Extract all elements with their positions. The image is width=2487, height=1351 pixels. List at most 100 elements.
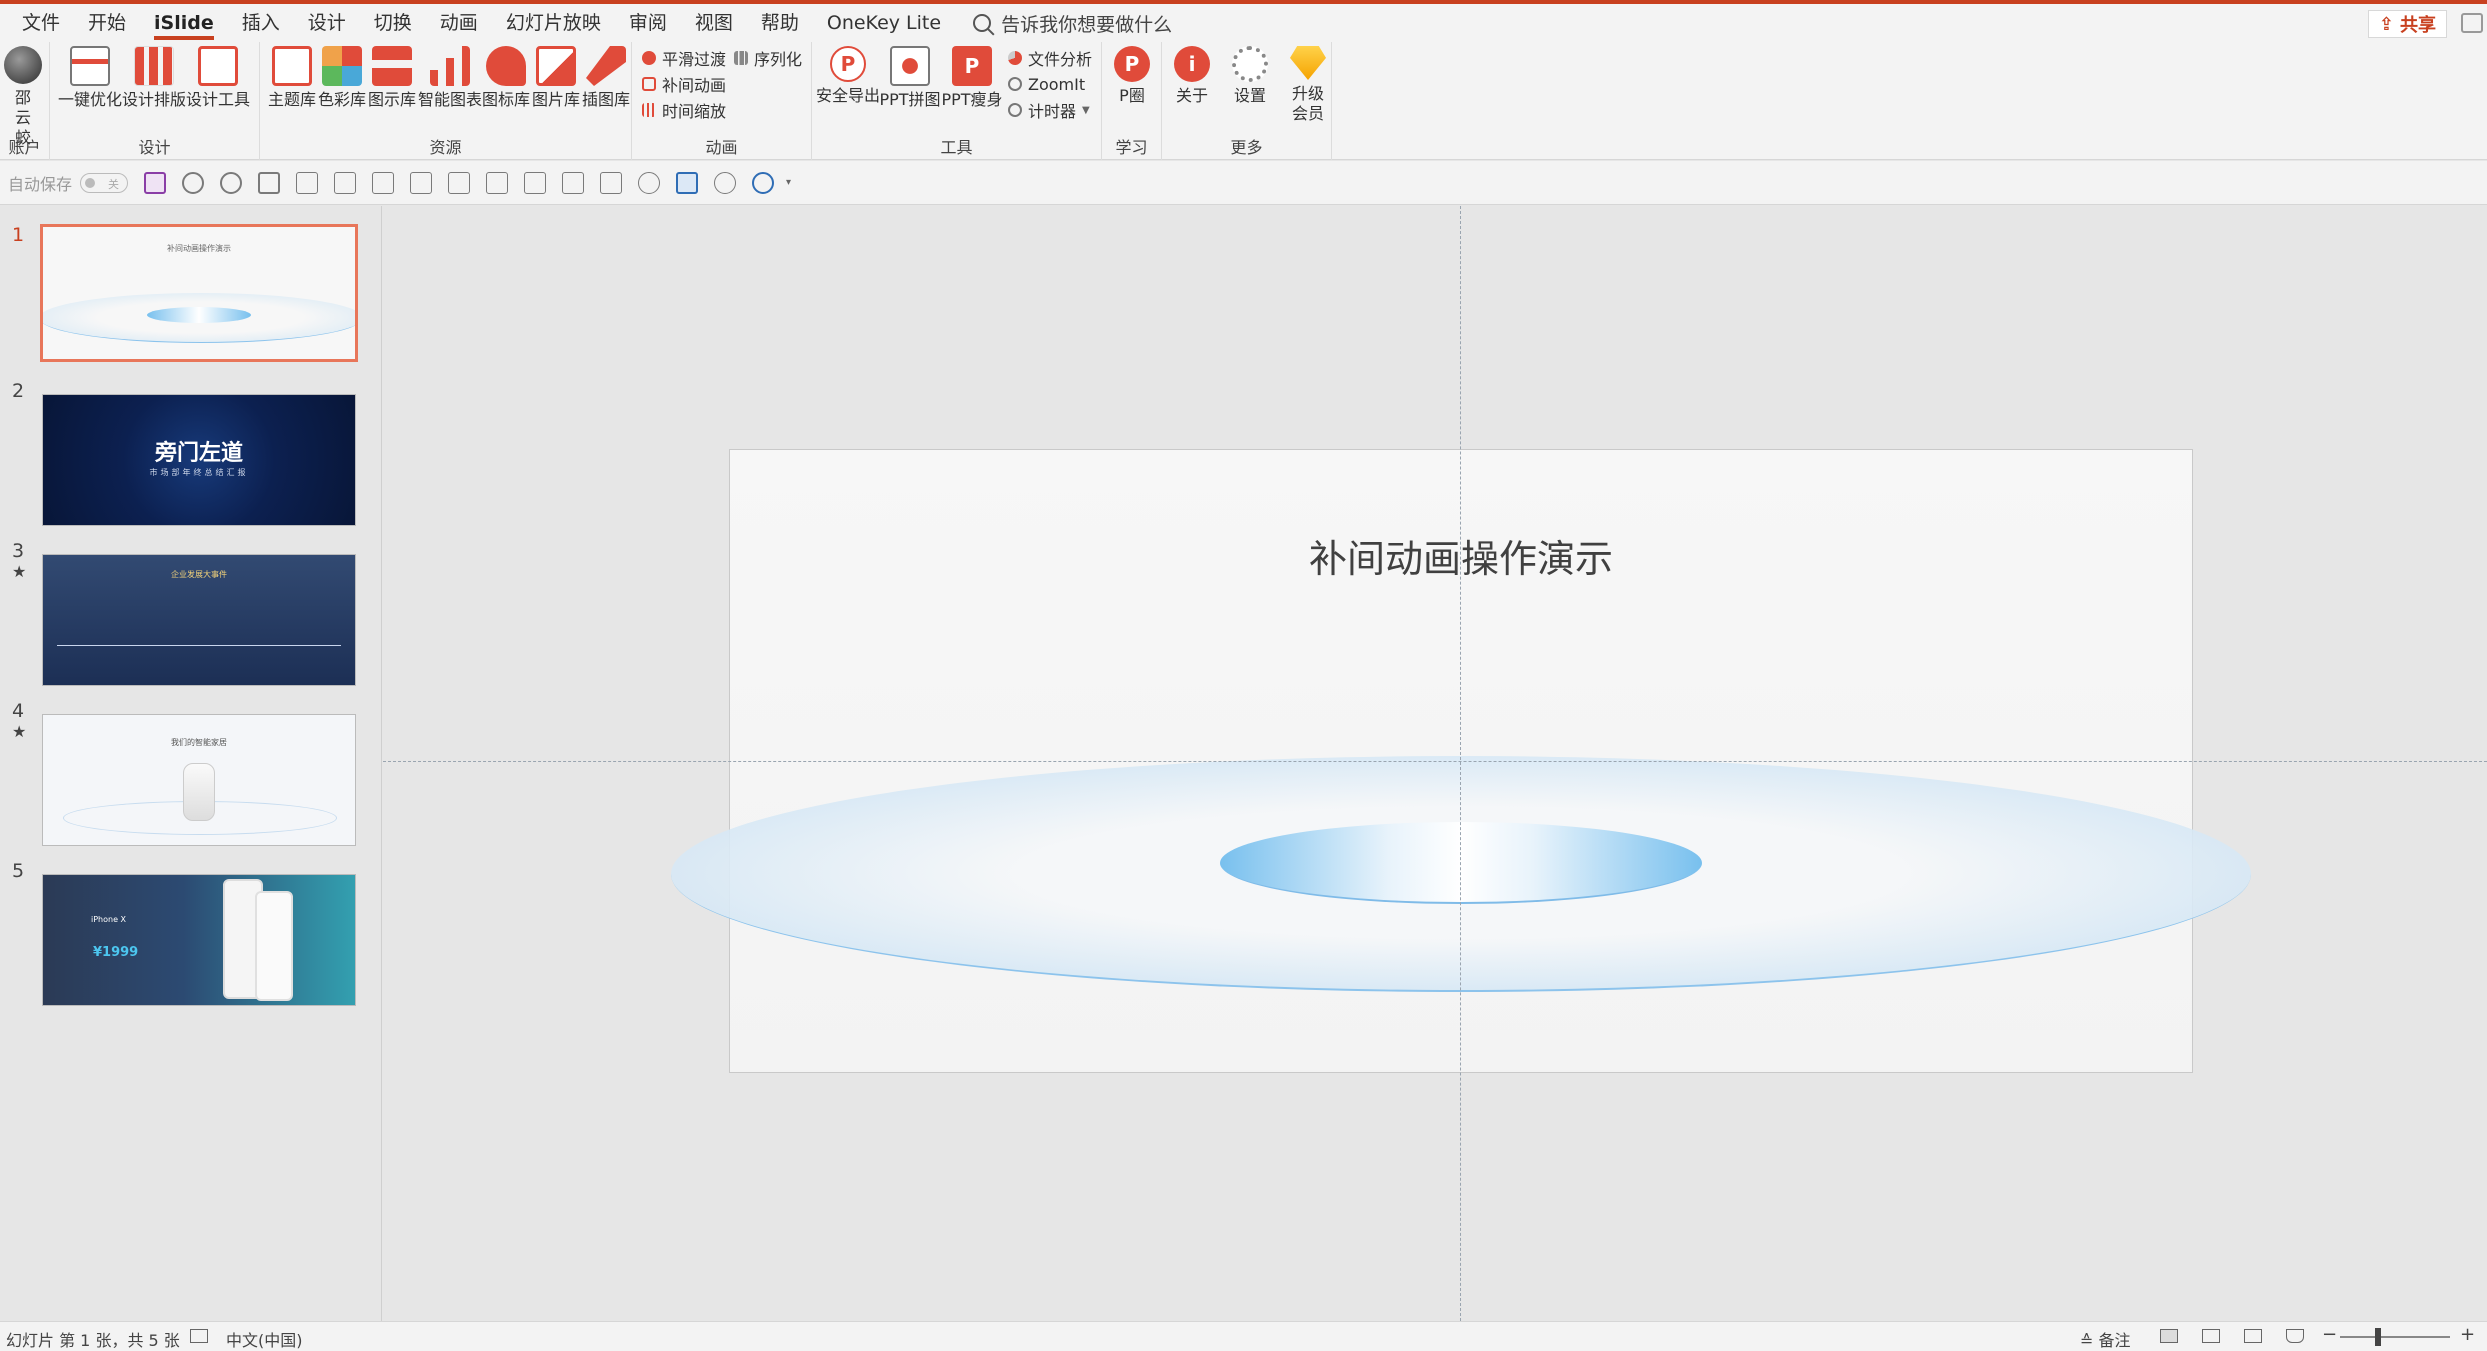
align-top-icon[interactable]: [372, 171, 395, 194]
autosave-toggle[interactable]: 关: [80, 172, 129, 193]
vertical-guide[interactable]: [1460, 206, 1461, 1321]
group-more: i 关于 设置 升级会员 更多: [1162, 42, 1332, 160]
tell-me-text: 告诉我你想要做什么: [1001, 13, 1173, 36]
upgrade-button[interactable]: 升级会员: [1276, 46, 1340, 124]
thumbnail-title: iPhone X: [91, 915, 127, 924]
menu-animations[interactable]: 动画: [426, 4, 492, 42]
settings-button[interactable]: 设置: [1218, 46, 1282, 106]
share-button[interactable]: ⇪ 共享: [2367, 10, 2447, 38]
slideshow-view-icon[interactable]: [2286, 1329, 2304, 1343]
menu-design[interactable]: 设计: [294, 4, 360, 42]
layout-grid-icon: [134, 46, 174, 86]
language[interactable]: 中文(中国): [226, 1327, 303, 1351]
slide-thumbnail-2[interactable]: 旁门左道 市场部年终总结汇报: [42, 394, 356, 526]
zoom-slider-thumb[interactable]: [2375, 1328, 2381, 1346]
autosave-control[interactable]: 自动保存 关: [8, 171, 129, 195]
sequence-label: 序列化: [754, 50, 803, 69]
menu-bar: 文件 开始 iSlide 插入 设计 切换 动画 幻灯片放映 审阅 视图 帮助 …: [0, 4, 2487, 42]
zoom-slider[interactable]: [2340, 1336, 2450, 1338]
diagram-library-button[interactable]: 图示库: [360, 46, 424, 110]
slide-thumbnail-3[interactable]: 企业发展大事件: [42, 554, 356, 686]
sequence-button[interactable]: 序列化: [734, 46, 802, 70]
distribute-vertical-icon[interactable]: [562, 171, 585, 194]
redo-icon[interactable]: [220, 171, 243, 194]
file-analysis-button[interactable]: 文件分析: [1008, 46, 1092, 70]
slide-thumbnail-4[interactable]: 我们的智能家居: [42, 714, 356, 846]
align-center-icon[interactable]: [448, 171, 471, 194]
align-middle-icon[interactable]: [486, 171, 509, 194]
save-icon[interactable]: [144, 171, 167, 194]
slide-title[interactable]: 补间动画操作演示: [730, 528, 2192, 583]
slide-thumbnail-5[interactable]: iPhone X ¥1999: [42, 874, 356, 1006]
group-resources: 主题库 色彩库 图示库 智能图表 图标库 图片库 插图库 资源: [260, 42, 632, 160]
slide-thumbnail-1[interactable]: 补间动画操作演示: [40, 224, 358, 362]
safe-export-icon: P: [830, 46, 866, 82]
about-button[interactable]: i 关于: [1160, 46, 1224, 106]
slide-sorter-icon[interactable]: [2202, 1329, 2220, 1343]
smart-chart-button[interactable]: 智能图表: [418, 46, 482, 110]
group-label-learn: 学习: [1115, 138, 1148, 157]
distribute-horizontal-icon[interactable]: [524, 171, 547, 194]
layout-button[interactable]: 设计排版: [122, 46, 186, 110]
smart-chart-icon: [430, 46, 470, 86]
thumbnail-inner-ellipse: [147, 307, 251, 323]
ppt-puzzle-button[interactable]: PPT拼图: [878, 46, 942, 110]
tween-animation-button[interactable]: 补间动画: [642, 72, 726, 96]
smooth-transition-button[interactable]: 平滑过渡: [642, 46, 726, 70]
smooth-transition-label: 平滑过渡: [662, 50, 727, 69]
time-scale-button[interactable]: 时间缩放: [642, 98, 726, 122]
arrange-icon[interactable]: [752, 171, 775, 194]
p-circle-icon: P: [1114, 46, 1150, 82]
menu-islide[interactable]: iSlide: [140, 4, 228, 42]
ppt-slim-button[interactable]: P PPT瘦身: [940, 46, 1004, 110]
merge-shapes-icon[interactable]: [714, 171, 737, 194]
menu-transitions[interactable]: 切换: [360, 4, 426, 42]
zoomit-button[interactable]: ZoomIt: [1008, 72, 1085, 96]
p-circle-button[interactable]: P P圈: [1100, 46, 1164, 106]
shape-icon[interactable]: [638, 171, 661, 194]
slide-editor[interactable]: 补间动画操作演示: [383, 206, 2487, 1321]
customize-toolbar-icon[interactable]: ▾: [786, 177, 791, 188]
timer-button[interactable]: 计时器 ▼: [1008, 98, 1090, 122]
presenter-icon[interactable]: [258, 171, 281, 194]
comment-icon[interactable]: [2461, 13, 2483, 33]
group-learn: P P圈 学习: [1102, 42, 1162, 160]
menu-insert[interactable]: 插入: [228, 4, 294, 42]
quick-access-toolbar: 自动保存 关 ▾: [0, 161, 2487, 205]
account-button[interactable]: 邵云蛟: [0, 46, 52, 148]
safe-export-button[interactable]: P 安全导出: [816, 46, 880, 106]
screen-icon[interactable]: [676, 171, 699, 194]
menu-help[interactable]: 帮助: [747, 4, 813, 42]
pie-chart-icon: [1008, 51, 1022, 65]
horizontal-guide[interactable]: [383, 761, 2487, 762]
align-right-icon[interactable]: [334, 171, 357, 194]
menu-slideshow[interactable]: 幻灯片放映: [492, 4, 615, 42]
menu-home[interactable]: 开始: [74, 4, 140, 42]
design-tools-icon: [198, 46, 238, 86]
reading-view-icon[interactable]: [2244, 1329, 2262, 1343]
slide-count: 幻灯片 第 1 张，共 5 张: [6, 1331, 180, 1350]
menu-review[interactable]: 审阅: [615, 4, 681, 42]
menu-view[interactable]: 视图: [681, 4, 747, 42]
thumbnail-title: 旁门左道: [154, 441, 243, 466]
one-click-optimize-button[interactable]: 一键优化: [58, 46, 122, 110]
diagram-library-label: 图示库: [367, 90, 416, 109]
time-scale-label: 时间缩放: [662, 102, 727, 121]
ppt-puzzle-label: PPT拼图: [879, 90, 941, 109]
zoom-out-icon[interactable]: −: [2322, 1324, 2337, 1345]
normal-view-icon[interactable]: [2160, 1329, 2178, 1343]
accessibility-icon[interactable]: [190, 1329, 208, 1343]
zoom-in-icon[interactable]: +: [2460, 1324, 2475, 1345]
align-bottom-icon[interactable]: [410, 171, 433, 194]
notes-button[interactable]: ≙ 备注: [2080, 1327, 2131, 1351]
inner-ellipse-shape[interactable]: [1220, 822, 1702, 904]
crop-icon[interactable]: [600, 171, 623, 194]
rocket-icon: [586, 46, 626, 86]
menu-file[interactable]: 文件: [8, 4, 74, 42]
undo-icon[interactable]: [182, 171, 205, 194]
menu-onekey[interactable]: OneKey Lite: [813, 4, 955, 42]
align-left-icon[interactable]: [296, 171, 319, 194]
illustration-library-button[interactable]: 插图库: [574, 46, 638, 110]
design-tools-button[interactable]: 设计工具: [186, 46, 250, 110]
tell-me-search[interactable]: 告诉我你想要做什么: [973, 10, 1172, 37]
